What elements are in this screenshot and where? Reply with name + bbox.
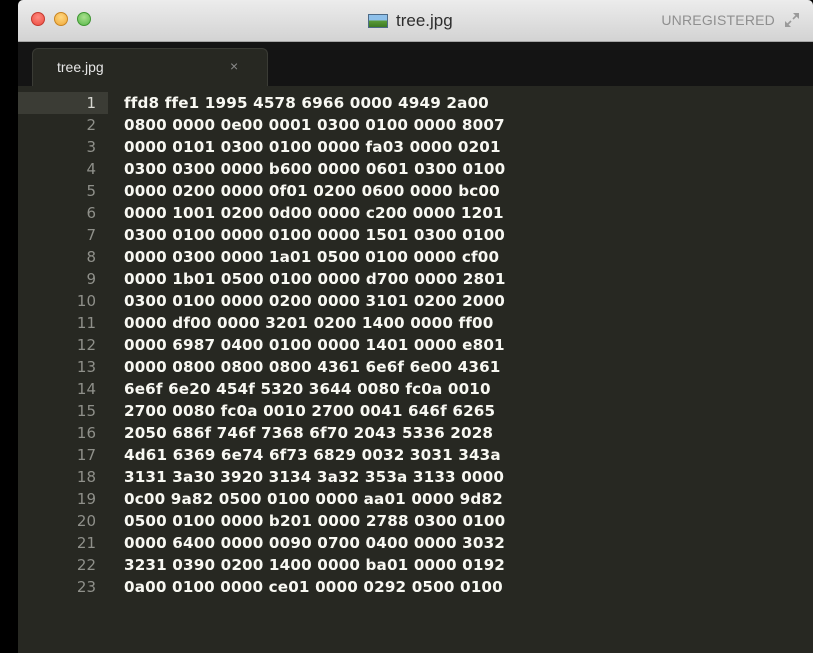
code-line[interactable]: 6e6f 6e20 454f 5320 3644 0080 fc0a 0010 bbox=[124, 378, 506, 400]
line-number: 2 bbox=[86, 116, 96, 134]
line-number: 4 bbox=[86, 160, 96, 178]
line-number: 23 bbox=[76, 578, 96, 596]
code-line[interactable]: 3231 0390 0200 1400 0000 ba01 0000 0192 bbox=[124, 554, 506, 576]
code-line[interactable]: 0000 0200 0000 0f01 0200 0600 0000 bc00 bbox=[124, 180, 506, 202]
line-number: 21 bbox=[76, 534, 96, 552]
line-number: 16 bbox=[76, 424, 96, 442]
close-window-button[interactable] bbox=[31, 12, 45, 26]
line-number: 8 bbox=[86, 248, 96, 266]
code-line[interactable]: 0000 0800 0800 0800 4361 6e6f 6e00 4361 bbox=[124, 356, 506, 378]
code-line[interactable]: 0000 1b01 0500 0100 0000 d700 0000 2801 bbox=[124, 268, 506, 290]
code-line[interactable]: 0300 0300 0000 b600 0000 0601 0300 0100 bbox=[124, 158, 506, 180]
code-area[interactable]: ffd8 ffe1 1995 4578 6966 0000 4949 2a00 0… bbox=[124, 92, 506, 598]
fullscreen-icon[interactable] bbox=[783, 11, 801, 29]
line-number: 5 bbox=[86, 182, 96, 200]
code-line[interactable]: 2700 0080 fc0a 0010 2700 0041 646f 6265 bbox=[124, 400, 506, 422]
line-number: 20 bbox=[76, 512, 96, 530]
code-line[interactable]: 0000 df00 0000 3201 0200 1400 0000 ff00 bbox=[124, 312, 506, 334]
window-title-text: tree.jpg bbox=[396, 11, 453, 30]
code-line[interactable]: ffd8 ffe1 1995 4578 6966 0000 4949 2a00 bbox=[124, 92, 506, 114]
code-line[interactable]: 0800 0000 0e00 0001 0300 0100 0000 8007 bbox=[124, 114, 506, 136]
line-number: 13 bbox=[76, 358, 96, 376]
unregistered-label: UNREGISTERED bbox=[661, 12, 775, 28]
line-number: 6 bbox=[86, 204, 96, 222]
code-line[interactable]: 0000 0101 0300 0100 0000 fa03 0000 0201 bbox=[124, 136, 506, 158]
line-number: 1 bbox=[86, 94, 96, 112]
line-number: 3 bbox=[86, 138, 96, 156]
line-number: 7 bbox=[86, 226, 96, 244]
code-line[interactable]: 0300 0100 0000 0100 0000 1501 0300 0100 bbox=[124, 224, 506, 246]
tab-bar: tree.jpg × bbox=[18, 42, 813, 86]
image-file-icon bbox=[368, 14, 388, 28]
code-line[interactable]: 0000 1001 0200 0d00 0000 c200 0000 1201 bbox=[124, 202, 506, 224]
code-line[interactable]: 0300 0100 0000 0200 0000 3101 0200 2000 bbox=[124, 290, 506, 312]
line-number: 10 bbox=[76, 292, 96, 310]
line-number: 15 bbox=[76, 402, 96, 420]
tab-tree-jpg[interactable]: tree.jpg × bbox=[32, 48, 268, 86]
code-line[interactable]: 3131 3a30 3920 3134 3a32 353a 3133 0000 bbox=[124, 466, 506, 488]
code-line[interactable]: 0c00 9a82 0500 0100 0000 aa01 0000 9d82 bbox=[124, 488, 506, 510]
line-number: 9 bbox=[86, 270, 96, 288]
line-number: 18 bbox=[76, 468, 96, 486]
text-editor[interactable]: 1 2 3 4 5 6 7 8 9 10 11 12 13 14 15 16 17 18 19 20 21 22 23 ff… bbox=[18, 86, 813, 653]
code-line[interactable]: 0000 0300 0000 1a01 0500 0100 0000 cf00 bbox=[124, 246, 506, 268]
tab-close-icon[interactable]: × bbox=[230, 58, 238, 74]
line-number: 19 bbox=[76, 490, 96, 508]
line-number: 11 bbox=[76, 314, 96, 332]
minimize-window-button[interactable] bbox=[54, 12, 68, 26]
line-number: 17 bbox=[76, 446, 96, 464]
code-line[interactable]: 0000 6400 0000 0090 0700 0400 0000 3032 bbox=[124, 532, 506, 554]
code-line[interactable]: 0000 6987 0400 0100 0000 1401 0000 e801 bbox=[124, 334, 506, 356]
window-title: tree.jpg bbox=[368, 9, 453, 33]
code-line[interactable]: 4d61 6369 6e74 6f73 6829 0032 3031 343a bbox=[124, 444, 506, 466]
line-number: 22 bbox=[76, 556, 96, 574]
zoom-window-button[interactable] bbox=[77, 12, 91, 26]
tab-label: tree.jpg bbox=[57, 59, 104, 75]
code-line[interactable]: 0500 0100 0000 b201 0000 2788 0300 0100 bbox=[124, 510, 506, 532]
line-number: 12 bbox=[76, 336, 96, 354]
code-line[interactable]: 0a00 0100 0000 ce01 0000 0292 0500 0100 bbox=[124, 576, 506, 598]
title-bar[interactable]: tree.jpg UNREGISTERED bbox=[18, 0, 813, 42]
line-number: 14 bbox=[76, 380, 96, 398]
editor-window: tree.jpg UNREGISTERED tree.jpg × 1234567… bbox=[18, 0, 813, 653]
code-line[interactable]: 2050 686f 746f 7368 6f70 2043 5336 2028 bbox=[124, 422, 506, 444]
line-number-gutter: 1 2 3 4 5 6 7 8 9 10 11 12 13 14 15 16 17 18 19 20 21 22 23 bbox=[18, 92, 98, 598]
